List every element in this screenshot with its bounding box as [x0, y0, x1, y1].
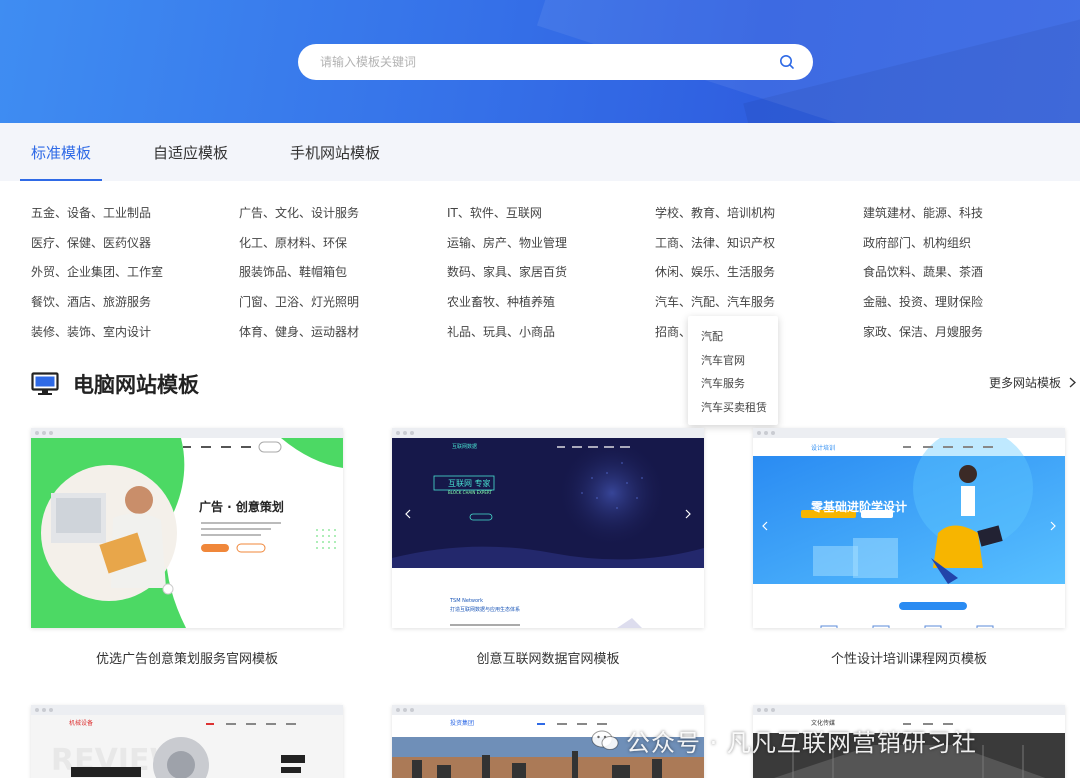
chevron-right-icon	[1069, 377, 1076, 388]
category-link[interactable]: 食品饮料、蔬果、茶酒	[863, 263, 1071, 280]
template-preview: REVIEW 机械设备	[31, 705, 343, 778]
category-link[interactable]: IT、软件、互联网	[447, 204, 655, 221]
category-link[interactable]: 建筑建材、能源、科技	[863, 204, 1071, 221]
tab-standard[interactable]: 标准模板	[20, 123, 103, 181]
category-link[interactable]: 学校、教育、培训机构	[655, 204, 863, 221]
preview-hero-title: 互联网 专家	[448, 479, 491, 488]
preview-logo: 互联网数据	[452, 444, 478, 450]
template-card[interactable]: 互联网数据 互联网 专家 BLOCK CHAIN EXPERT TSM Netw…	[392, 428, 704, 667]
search-icon	[780, 55, 794, 69]
template-preview: 设计培训 零基础进阶学设计	[753, 428, 1065, 628]
template-caption: 创意互联网数据官网模板	[476, 652, 620, 667]
more-templates-link[interactable]: 更多网站模板	[989, 374, 1076, 391]
category-link-hovered[interactable]: 汽车、汽配、汽车服务	[655, 293, 863, 310]
tab-mobile[interactable]: 手机网站模板	[279, 123, 391, 181]
category-link[interactable]: 礼品、玩具、小商品	[447, 323, 655, 340]
preview-logo: 设计培训	[811, 445, 836, 452]
search-button[interactable]	[761, 44, 813, 80]
category-link[interactable]: 工商、法律、知识产权	[655, 234, 863, 251]
template-card[interactable]: REVIEW 机械设备	[31, 705, 343, 778]
category-link[interactable]: 数码、家具、家居百货	[447, 263, 655, 280]
preview-hero-subtitle: BLOCK CHAIN EXPERT	[448, 490, 492, 495]
preview-hero-text: 广告 · 创意策划	[199, 500, 284, 514]
category-link[interactable]: 体育、健身、运动器材	[239, 323, 447, 340]
category-link[interactable]: 化工、原材料、环保	[239, 234, 447, 251]
preview-sub-text: 打造互联网数据与应用生态体系	[450, 607, 521, 613]
category-link[interactable]: 运输、房产、物业管理	[447, 234, 655, 251]
preview-logo: 投资集团	[450, 720, 475, 727]
template-preview: 广告 · 创意策划	[31, 428, 343, 628]
search-input[interactable]	[298, 44, 761, 80]
template-card[interactable]: 广告 · 创意策划 优选广告创意策划服务官网模板	[31, 428, 343, 667]
category-link[interactable]: 外贸、企业集团、工作室	[31, 263, 239, 280]
template-caption: 个性设计培训课程网页模板	[830, 652, 987, 667]
category-link[interactable]: 医疗、保健、医药仪器	[31, 234, 239, 251]
preview-hero-title: 零基础进阶学设计	[811, 500, 908, 514]
category-link[interactable]: 家政、保洁、月嫂服务	[863, 323, 1071, 340]
category-link[interactable]: 服装饰品、鞋帽箱包	[239, 263, 447, 280]
search-banner	[0, 0, 1080, 123]
category-link[interactable]: 五金、设备、工业制品	[31, 204, 239, 221]
watermark: 公众号 · 凡凡互联网营销研习社	[590, 720, 977, 760]
category-link[interactable]: 装修、装饰、室内设计	[31, 323, 239, 340]
category-link[interactable]: 门窗、卫浴、灯光照明	[239, 293, 447, 310]
category-grid: 五金、设备、工业制品 广告、文化、设计服务 IT、软件、互联网 学校、教育、培训…	[31, 198, 1071, 346]
template-preview: 互联网数据 互联网 专家 BLOCK CHAIN EXPERT TSM Netw…	[392, 428, 704, 628]
more-templates-label: 更多网站模板	[988, 376, 1061, 390]
category-link[interactable]: 餐饮、酒店、旅游服务	[31, 293, 239, 310]
search-box	[298, 44, 813, 80]
preview-sub-title: TSM Network	[450, 598, 484, 604]
template-caption: 优选广告创意策划服务官网模板	[95, 652, 278, 667]
section-header: 电脑网站模板 更多网站模板	[31, 367, 1080, 401]
category-link[interactable]: 农业畜牧、种植养殖	[447, 293, 655, 310]
template-tabs: 标准模板 自适应模板 手机网站模板	[0, 123, 1080, 181]
category-link[interactable]: 政府部门、机构组织	[863, 234, 1071, 251]
template-card[interactable]: 设计培训 零基础进阶学设计 个性设计培训课程网页模板	[753, 428, 1065, 667]
monitor-icon	[31, 372, 59, 395]
category-link[interactable]: 金融、投资、理财保险	[863, 293, 1071, 310]
submenu-item[interactable]: 汽配	[688, 325, 778, 349]
category-link[interactable]: 广告、文化、设计服务	[239, 204, 447, 221]
preview-logo: 机械设备	[69, 720, 94, 727]
section-title: 电脑网站模板	[73, 373, 199, 397]
category-link[interactable]: 休闲、娱乐、生活服务	[655, 263, 863, 280]
wechat-icon	[591, 730, 619, 750]
tab-responsive[interactable]: 自适应模板	[142, 123, 239, 181]
watermark-text: 公众号 · 凡凡互联网营销研习社	[626, 728, 977, 757]
